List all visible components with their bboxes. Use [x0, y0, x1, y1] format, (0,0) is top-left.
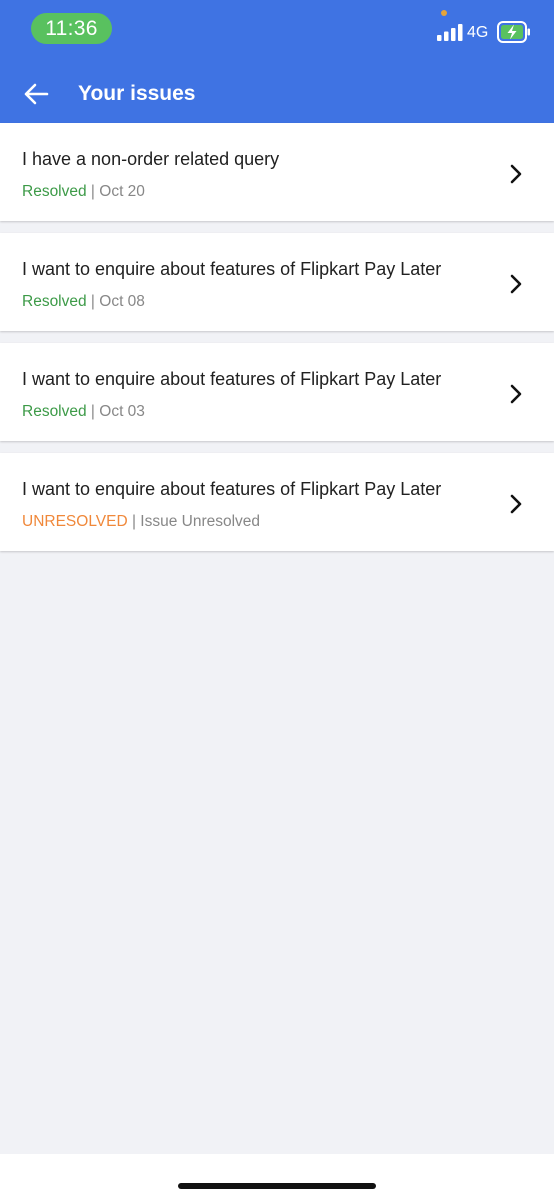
home-indicator[interactable] — [178, 1183, 376, 1189]
status-time: 11:36 — [31, 13, 112, 44]
camera-indicator-dot — [441, 10, 447, 16]
issue-card[interactable]: I want to enquire about features of Flip… — [0, 453, 554, 551]
issue-title: I want to enquire about features of Flip… — [22, 479, 442, 499]
issue-separator: | — [86, 403, 100, 420]
app-header: 11:36 4G Your issues — [0, 0, 554, 123]
issue-card[interactable]: I have a non-order related query Resolve… — [0, 123, 554, 221]
screen: 11:36 4G Your issues I have a non-order … — [0, 0, 554, 1200]
issue-meta: Resolved | Oct 03 — [22, 402, 145, 422]
issues-list: I have a non-order related query Resolve… — [0, 123, 554, 563]
issue-separator: | — [86, 183, 100, 200]
issue-title: I want to enquire about features of Flip… — [22, 259, 442, 279]
issue-status: Resolved — [22, 183, 87, 200]
issue-card[interactable]: I want to enquire about features of Flip… — [0, 233, 554, 331]
back-arrow-icon[interactable] — [22, 80, 50, 108]
issue-meta: Resolved | Oct 08 — [22, 292, 145, 312]
issue-detail: Issue Unresolved — [140, 513, 261, 530]
chevron-right-icon — [510, 384, 522, 404]
signal-icon — [437, 24, 463, 41]
issue-card[interactable]: I want to enquire about features of Flip… — [0, 343, 554, 441]
chevron-right-icon — [510, 494, 522, 514]
issue-title: I want to enquire about features of Flip… — [22, 369, 442, 389]
bottom-bar-area — [0, 1154, 554, 1200]
issue-status: UNRESOLVED — [22, 513, 128, 530]
issue-separator: | — [86, 293, 100, 310]
issue-detail: Oct 08 — [99, 293, 145, 310]
issue-separator: | — [127, 513, 141, 530]
issue-meta: UNRESOLVED | Issue Unresolved — [22, 512, 260, 532]
chevron-right-icon — [510, 274, 522, 294]
battery-charging-icon — [497, 21, 530, 43]
issue-detail: Oct 20 — [99, 183, 145, 200]
network-type: 4G — [467, 24, 489, 41]
issue-status: Resolved — [22, 403, 87, 420]
issue-detail: Oct 03 — [99, 403, 145, 420]
page-title: Your issues — [78, 82, 196, 105]
issue-title: I have a non-order related query — [22, 149, 280, 169]
chevron-right-icon — [510, 164, 522, 184]
issue-meta: Resolved | Oct 20 — [22, 182, 145, 202]
issue-status: Resolved — [22, 293, 87, 310]
